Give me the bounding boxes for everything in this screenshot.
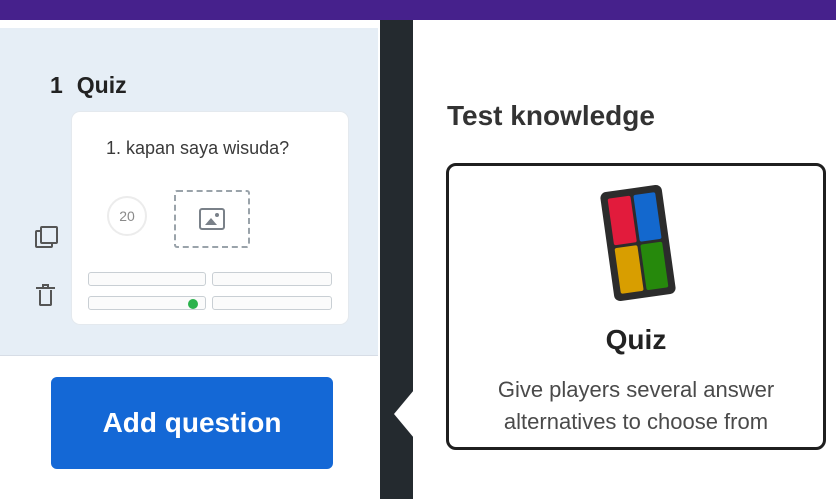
answer-row bbox=[212, 296, 332, 310]
media-placeholder bbox=[174, 190, 250, 248]
top-bar bbox=[0, 0, 836, 20]
slide-preview-card[interactable]: 1. kapan saya wisuda? 20 bbox=[72, 112, 348, 324]
slide-question-text: 1. kapan saya wisuda? bbox=[106, 138, 290, 158]
question-type-description: Give players several answer alternatives… bbox=[449, 374, 823, 438]
quiz-icon bbox=[599, 184, 677, 302]
panel-pointer bbox=[394, 390, 414, 438]
add-question-button[interactable]: Add question bbox=[51, 377, 333, 469]
description-line: alternatives to choose from bbox=[503, 409, 769, 434]
section-heading: Test knowledge bbox=[447, 100, 655, 131]
correct-answer-dot bbox=[188, 299, 198, 309]
slide-number: 1 bbox=[50, 72, 63, 98]
slide-type: Quiz bbox=[76, 72, 127, 98]
slide-list-panel: 1 Quiz 1. kapan saya wisuda? 20 Add ques… bbox=[0, 20, 380, 499]
question-type-quiz[interactable]: Quiz Give players several answer alterna… bbox=[446, 163, 826, 450]
timer-badge: 20 bbox=[107, 196, 147, 236]
question-type-title: Quiz bbox=[605, 324, 667, 355]
trash-icon[interactable] bbox=[33, 284, 57, 308]
image-icon bbox=[199, 208, 225, 230]
duplicate-icon[interactable] bbox=[33, 224, 58, 248]
slide-thumbnail-item[interactable]: 1 Quiz 1. kapan saya wisuda? 20 bbox=[0, 28, 378, 356]
description-line: Give players several answer bbox=[497, 377, 775, 402]
answer-row bbox=[212, 272, 332, 286]
slide-title: 1 Quiz bbox=[50, 72, 127, 99]
answer-row bbox=[88, 272, 206, 286]
